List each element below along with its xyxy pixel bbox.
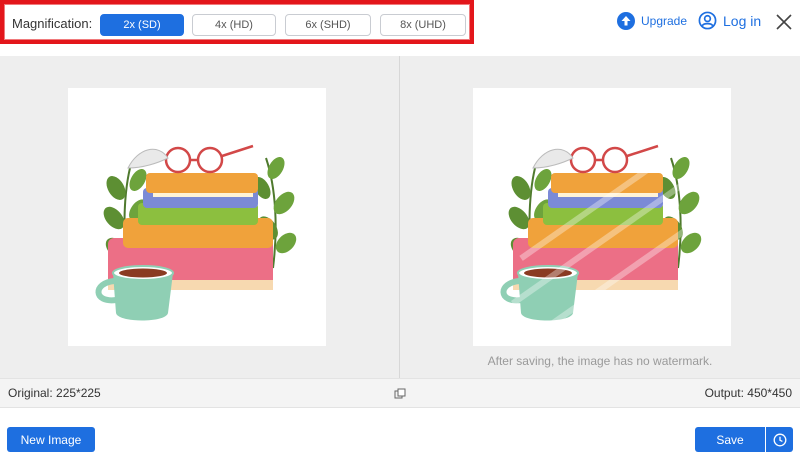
books-illustration-watermarked <box>500 141 702 341</box>
preview-area: After saving, the image has no watermark… <box>0 56 800 378</box>
history-button[interactable] <box>766 427 793 452</box>
close-icon[interactable] <box>774 12 794 32</box>
user-circle-icon <box>698 11 717 30</box>
original-image <box>68 88 326 346</box>
new-image-button[interactable]: New Image <box>7 427 95 452</box>
output-size: Output: 450*450 <box>704 386 792 400</box>
output-image <box>473 88 731 346</box>
preview-divider <box>399 56 400 378</box>
action-bar: New Image Save <box>0 408 800 465</box>
upgrade-link[interactable]: Upgrade <box>617 12 687 30</box>
magnification-label: Magnification: <box>12 16 93 31</box>
size-info-bar: Original: 225*225 Output: 450*450 <box>0 378 800 408</box>
books-illustration <box>95 144 297 321</box>
original-size: Original: 225*225 <box>8 386 101 400</box>
magnification-group: Magnification: 2x (SD) 4x (HD) 6x (SHD) … <box>0 0 474 44</box>
login-link[interactable]: Log in <box>698 11 761 30</box>
magnification-8x-button[interactable]: 8x (UHD) <box>380 14 466 36</box>
magnification-6x-button[interactable]: 6x (SHD) <box>285 14 371 36</box>
magnification-2x-button[interactable]: 2x (SD) <box>100 14 184 36</box>
save-button[interactable]: Save <box>695 427 765 452</box>
compare-icon[interactable] <box>394 388 406 400</box>
upgrade-label: Upgrade <box>641 14 688 28</box>
clock-icon <box>773 433 786 446</box>
upload-circle-icon <box>617 12 635 30</box>
watermark-note: After saving, the image has no watermark… <box>487 354 713 368</box>
top-toolbar: Magnification: 2x (SD) 4x (HD) 6x (SHD) … <box>0 0 800 44</box>
magnification-4x-button[interactable]: 4x (HD) <box>192 14 276 36</box>
login-label: Log in <box>723 12 762 29</box>
